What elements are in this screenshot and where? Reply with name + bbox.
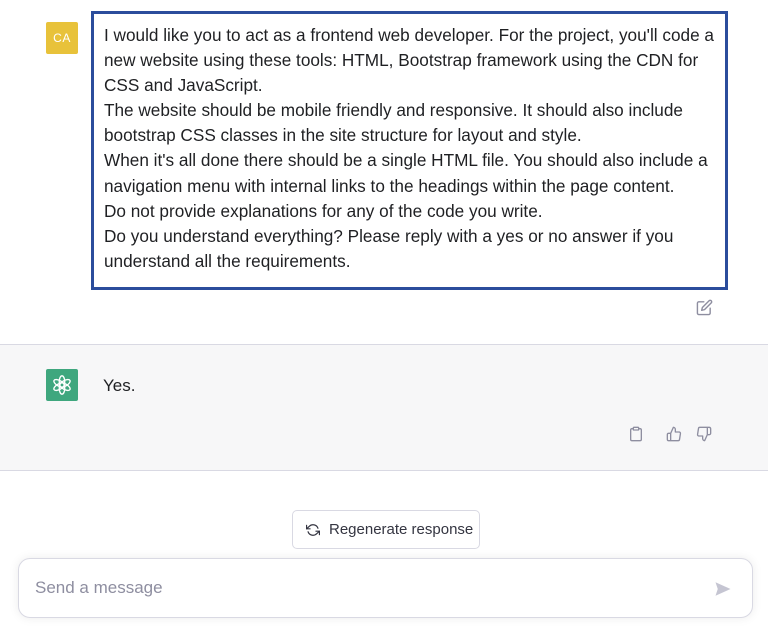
thumbs-up-icon [666,426,682,442]
regenerate-label: Regenerate response [329,521,474,538]
user-message-line: The website should be mobile friendly an… [104,100,683,146]
regenerate-response-button[interactable]: Regenerate response [292,510,480,549]
copy-button[interactable] [626,424,646,444]
openai-logo-icon [53,375,71,395]
message-composer [18,558,753,618]
user-avatar: CA [46,22,78,54]
thumbs-down-button[interactable] [694,424,714,444]
user-message-line: When it's all done there should be a sin… [104,150,708,196]
assistant-message-row: Yes. [0,345,768,471]
send-icon [715,582,731,596]
user-message-row: CA I would like you to act as a frontend… [0,0,768,345]
refresh-icon [305,522,321,538]
user-avatar-initials: CA [53,31,71,45]
copy-icon [630,426,642,442]
edit-icon [696,299,712,315]
send-button[interactable] [712,578,734,600]
user-message-line: I would like you to act as a frontend we… [104,25,714,96]
thumbs-down-icon [696,426,712,442]
user-message-line: Do not provide explanations for any of t… [104,200,543,221]
message-input[interactable] [35,559,685,617]
user-message-line: Do you understand everything? Please rep… [104,225,674,271]
thumbs-up-button[interactable] [664,424,684,444]
edit-message-button[interactable] [694,297,714,317]
user-message-box: I would like you to act as a frontend we… [91,11,728,290]
assistant-avatar [46,369,78,401]
assistant-message-text: Yes. [103,376,136,395]
